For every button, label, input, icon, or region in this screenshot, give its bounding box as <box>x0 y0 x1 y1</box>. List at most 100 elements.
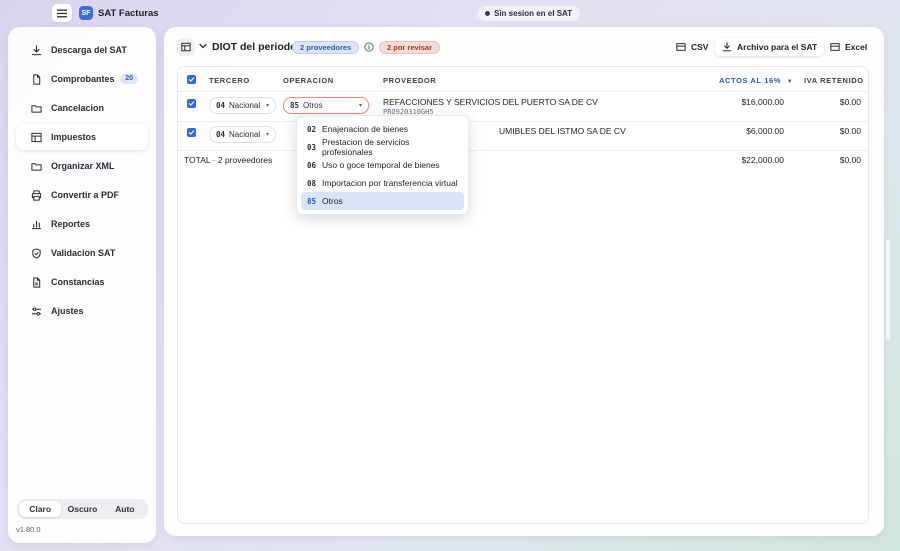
chevron-down-icon: ▾ <box>266 132 270 138</box>
row-checkbox[interactable] <box>187 99 196 108</box>
page-scrollbar[interactable] <box>886 240 890 340</box>
row-checkbox[interactable] <box>187 128 196 137</box>
excel-button[interactable]: Excel <box>823 38 874 56</box>
option-label: Prestacion de servicios profesionales <box>322 137 410 157</box>
select-all-checkbox[interactable] <box>187 75 196 84</box>
dropdown-option[interactable]: 08 Importacion por transferencia virtual <box>301 174 464 192</box>
sidebar-item-reportes[interactable]: Reportes <box>16 211 148 237</box>
option-label: Uso o goce temporal de bienes <box>322 160 440 170</box>
count-badge: 20 <box>120 74 138 84</box>
sidebar-item-label: Constancias <box>51 277 105 287</box>
info-icon[interactable] <box>364 42 374 52</box>
column-header-tercero[interactable]: TERCERO <box>209 76 250 85</box>
menu-button[interactable] <box>52 4 72 22</box>
sidebar-item-ajustes[interactable]: Ajustes <box>16 298 148 324</box>
option-code: 85 <box>307 196 317 206</box>
theme-option-claro[interactable]: Claro <box>19 501 62 517</box>
sat-file-button[interactable]: Archivo para el SAT <box>715 38 825 56</box>
tercero-select[interactable]: 04 Nacional ▾ <box>209 97 277 114</box>
iva-value: $0.00 <box>839 126 861 136</box>
printer-icon <box>30 189 42 201</box>
sort-desc-icon: ▼ <box>786 79 794 85</box>
chevron-down-icon[interactable] <box>198 41 208 51</box>
sidebar-item-organizar-xml[interactable]: Organizar XML <box>16 153 148 179</box>
dropdown-option[interactable]: 03 Prestacion de servicios profesionales <box>301 137 464 157</box>
table-icon <box>30 131 42 143</box>
checkmark-icon <box>188 130 195 135</box>
session-status-label: Sin sesion en el SAT <box>494 9 573 18</box>
app-name: SAT Facturas <box>98 8 159 19</box>
tercero-label: Nacional <box>229 101 261 110</box>
option-label: Enajenacion de bienes <box>322 124 409 134</box>
chevron-down-icon: ▾ <box>266 103 270 109</box>
page-title: DIOT del periodo <box>212 41 297 53</box>
operacion-select[interactable]: 85 Otros ▾ <box>283 97 369 114</box>
tercero-select[interactable]: 04 Nacional ▾ <box>209 126 277 143</box>
csv-button[interactable]: CSV <box>669 38 715 56</box>
sidebar-item-label: Impuestos <box>51 132 97 142</box>
session-status[interactable]: Sin sesion en el SAT <box>478 6 581 21</box>
providers-badge[interactable]: 2 proveedores <box>292 41 360 54</box>
excel-button-label: Excel <box>845 42 868 52</box>
app-version: v1.80.0 <box>16 525 41 534</box>
table-icon <box>676 43 686 51</box>
dropdown-option-selected[interactable]: 85 Otros <box>301 192 464 210</box>
operacion-dropdown: 02 Enajenacion de bienes 03 Prestacion d… <box>296 115 469 215</box>
theme-option-auto[interactable]: Auto <box>104 501 146 517</box>
column-header-proveedor[interactable]: PROVEEDOR <box>383 76 436 85</box>
sidebar-item-label: Convertir a PDF <box>51 190 120 200</box>
sidebar-item-label: Organizar XML <box>51 161 115 171</box>
column-header-iva[interactable]: IVA RETENIDO <box>804 76 864 85</box>
sidebar-item-label: Ajustes <box>51 306 84 316</box>
csv-button-label: CSV <box>691 42 709 52</box>
option-code: 06 <box>307 160 317 170</box>
column-header-actos-label: ACTOS AL 16% <box>719 76 782 85</box>
sidebar-item-descarga[interactable]: Descarga del SAT <box>16 37 148 63</box>
download-icon <box>722 42 732 52</box>
row-divider <box>178 150 868 151</box>
sidebar-item-constancias[interactable]: Constancias <box>16 269 148 295</box>
proveedor-name: REFACCIONES Y SERVICIOS DEL PUERTO SA DE… <box>383 97 598 107</box>
shield-icon <box>30 247 42 259</box>
sidebar-item-label: Cancelacion <box>51 103 105 113</box>
dropdown-option[interactable]: 06 Uso o goce temporal de bienes <box>301 156 464 174</box>
tercero-code: 04 <box>216 130 226 139</box>
sidebar-item-label: Comprobantes <box>51 74 115 84</box>
status-dot-icon <box>485 11 490 16</box>
option-label: Importacion por transferencia virtual <box>322 178 458 188</box>
sidebar-item-comprobantes[interactable]: Comprobantes 20 <box>16 66 148 92</box>
row-divider <box>178 91 868 92</box>
checkmark-icon <box>188 101 195 106</box>
diot-table: TERCERO OPERACION PROVEEDOR ACTOS AL 16%… <box>177 66 869 524</box>
theme-option-oscuro[interactable]: Oscuro <box>61 501 103 517</box>
top-bar: SF SAT Facturas Sin sesion en el SAT <box>0 0 900 27</box>
tercero-label: Nacional <box>229 130 261 139</box>
sidebar-item-label: Validacion SAT <box>51 248 116 258</box>
dropdown-option[interactable]: 02 Enajenacion de bienes <box>301 120 464 138</box>
folder-icon <box>30 102 42 114</box>
operacion-code: 85 <box>290 101 300 110</box>
chevron-down-icon: ▾ <box>358 103 362 109</box>
option-label: Otros <box>322 196 343 206</box>
sidebar-item-label: Reportes <box>51 219 91 229</box>
sidebar-item-impuestos[interactable]: Impuestos <box>16 124 148 150</box>
panel-toggle-button[interactable] <box>177 38 195 56</box>
document-icon <box>30 276 42 288</box>
option-code: 08 <box>307 178 317 188</box>
theme-toggle: Claro Oscuro Auto <box>17 499 148 519</box>
row-divider <box>178 121 868 122</box>
app-logo: SF <box>79 6 93 20</box>
table-icon <box>181 42 191 52</box>
total-label: TOTAL · 2 proveedores <box>184 155 273 165</box>
sidebar-item-validacion-sat[interactable]: Validacion SAT <box>16 240 148 266</box>
review-badge[interactable]: 2 por revisar <box>379 41 441 54</box>
column-header-operacion[interactable]: OPERACION <box>283 76 334 85</box>
hamburger-icon <box>57 9 67 17</box>
proveedor-name: UMIBLES DEL ISTMO SA DE CV <box>499 126 626 136</box>
column-header-actos[interactable]: ACTOS AL 16% ▼ <box>719 76 793 85</box>
sidebar-item-convertir-pdf[interactable]: Convertir a PDF <box>16 182 148 208</box>
sidebar-item-cancelacion[interactable]: Cancelacion <box>16 95 148 121</box>
sidebar: Descarga del SAT Comprobantes 20 Cancela… <box>8 27 156 543</box>
download-icon <box>30 44 42 56</box>
sat-file-button-label: Archivo para el SAT <box>737 42 818 52</box>
